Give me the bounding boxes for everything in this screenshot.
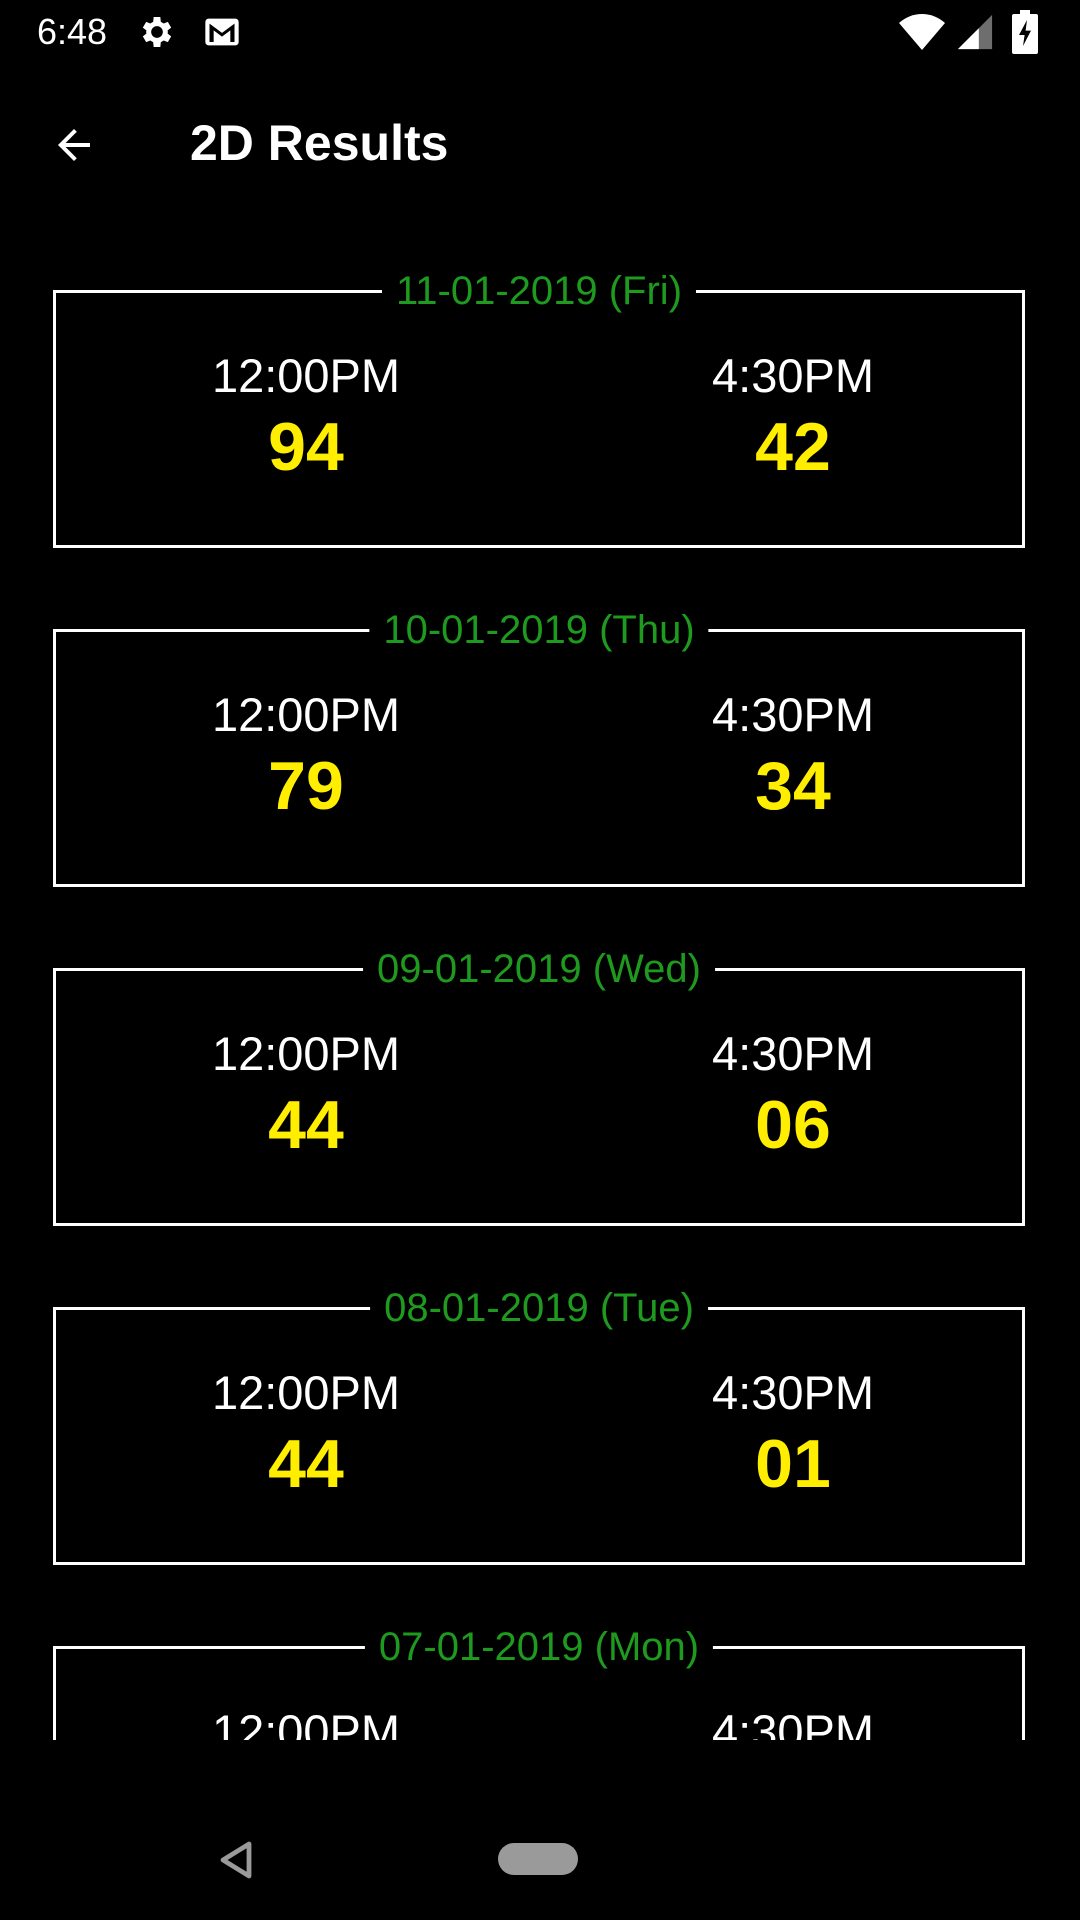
slot-time: 4:30PM [712, 688, 874, 741]
arrow-left-icon [58, 129, 90, 161]
result-slot-noon: 12:00PM [156, 1704, 456, 1740]
cell-signal-icon [956, 12, 994, 52]
slot-value: 44 [268, 1087, 344, 1163]
slot-time: 12:00PM [211, 349, 401, 402]
slot-value: 44 [268, 1426, 344, 1502]
slot-time: 4:30PM [712, 349, 874, 402]
result-slot-evening: 4:30PM [643, 1704, 943, 1740]
page-title: 2D Results [190, 115, 449, 171]
result-slot-noon: 12:00PM 44 [156, 1026, 456, 1168]
slot-time: 4:30PM [712, 1027, 874, 1080]
back-button[interactable] [30, 101, 118, 189]
app-bar: 2D Results [0, 63, 1080, 210]
slot-time: 12:00PM [211, 1027, 401, 1080]
result-slot-noon: 12:00PM 79 [156, 687, 456, 829]
nav-back-icon[interactable] [217, 1840, 257, 1880]
gmail-icon [202, 12, 242, 52]
slot-time: 4:30PM [712, 1366, 874, 1419]
result-card: 10-01-2019 (Thu) 12:00PM 79 4:30PM 34 [53, 605, 1025, 887]
slot-time: 12:00PM [211, 1366, 401, 1419]
result-slot-evening: 4:30PM 34 [643, 687, 943, 829]
slot-value: 34 [755, 748, 831, 824]
navigation-bar [0, 1800, 1080, 1920]
nav-home-pill[interactable] [498, 1843, 578, 1875]
slot-time: 12:00PM [211, 688, 401, 741]
result-date: 07-01-2019 (Mon) [364, 1622, 714, 1672]
results-list[interactable]: 11-01-2019 (Fri) 12:00PM 94 4:30PM 42 10… [0, 210, 1080, 1740]
result-date: 10-01-2019 (Thu) [369, 605, 709, 655]
result-slot-evening: 4:30PM 06 [643, 1026, 943, 1168]
slot-value: 01 [755, 1426, 831, 1502]
status-bar: 6:48 [0, 0, 1080, 63]
result-date: 08-01-2019 (Tue) [370, 1283, 708, 1333]
slot-time: 12:00PM [211, 1705, 401, 1740]
slot-value: 79 [268, 748, 344, 824]
battery-charging-icon [1012, 10, 1038, 54]
slot-value: 42 [755, 409, 831, 485]
result-slot-evening: 4:30PM 01 [643, 1365, 943, 1507]
result-slot-noon: 12:00PM 44 [156, 1365, 456, 1507]
result-card: 09-01-2019 (Wed) 12:00PM 44 4:30PM 06 [53, 944, 1025, 1226]
slot-time: 4:30PM [712, 1705, 874, 1740]
slot-value: 06 [755, 1087, 831, 1163]
result-date: 11-01-2019 (Fri) [381, 266, 697, 316]
result-card: 08-01-2019 (Tue) 12:00PM 44 4:30PM 01 [53, 1283, 1025, 1565]
result-slot-evening: 4:30PM 42 [643, 348, 943, 490]
result-card: 11-01-2019 (Fri) 12:00PM 94 4:30PM 42 [53, 266, 1025, 548]
result-slot-noon: 12:00PM 94 [156, 348, 456, 490]
wifi-icon [898, 12, 946, 52]
result-card: 07-01-2019 (Mon) 12:00PM 4:30PM [53, 1622, 1025, 1740]
slot-value: 94 [268, 409, 344, 485]
gear-icon [137, 12, 177, 52]
result-date: 09-01-2019 (Wed) [363, 944, 715, 994]
status-time: 6:48 [37, 11, 108, 52]
